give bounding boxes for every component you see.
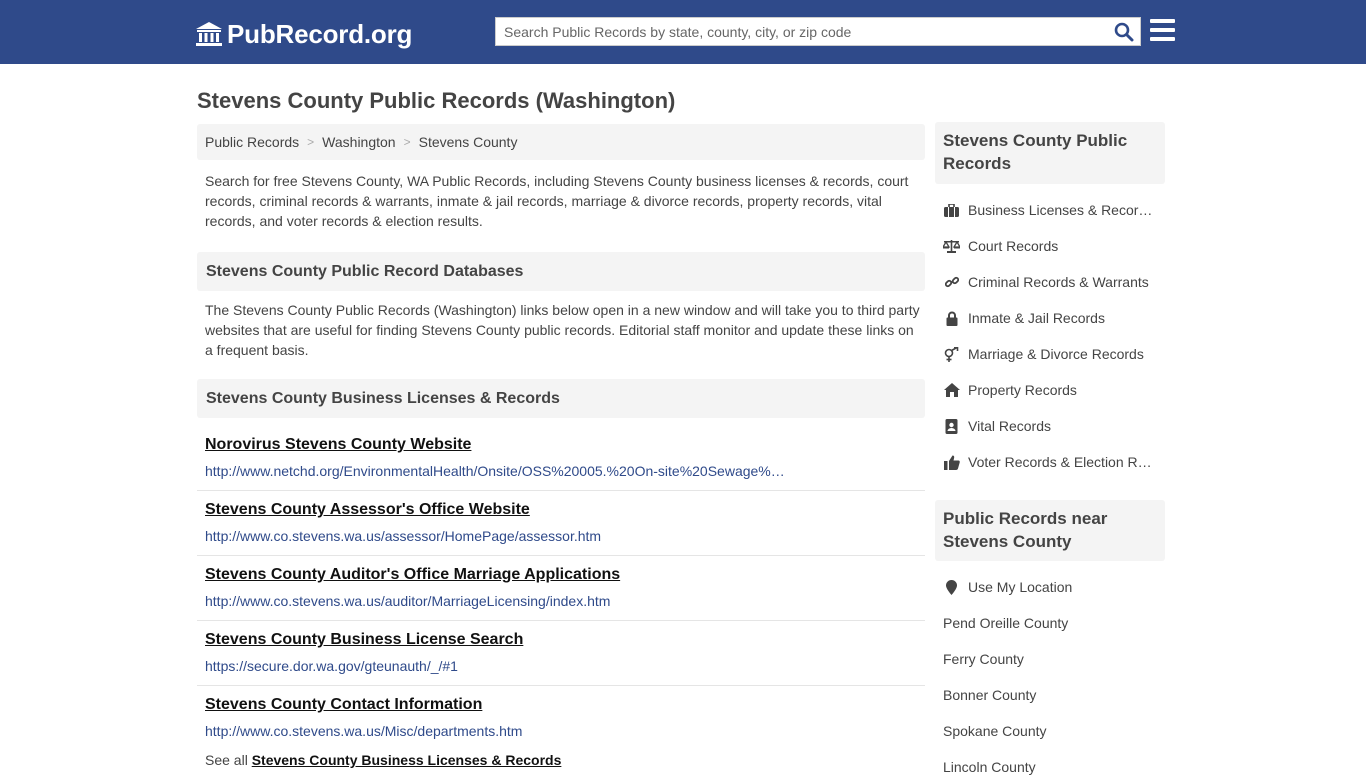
page-title: Stevens County Public Records (Washingto… [197,88,676,113]
see-all-prefix: See all [205,752,248,768]
record-item: Stevens County Assessor's Office Website… [197,491,925,556]
nearby-county-link[interactable]: Lincoln County [943,759,1036,775]
record-title-link[interactable]: Stevens County Contact Information [205,696,482,714]
record-title-link[interactable]: Stevens County Business License Search [205,631,523,649]
record-url: http://www.co.stevens.wa.us/auditor/Marr… [205,593,611,609]
sidebar-item-court-records[interactable]: Court Records [943,236,1165,256]
record-item: Stevens County Auditor's Office Marriage… [197,556,925,621]
sidebar-item-business-licenses[interactable]: Business Licenses & Records [943,200,1165,220]
sidebar-item-label: Voter Records & Election Results [968,454,1153,470]
record-url: https://secure.dor.wa.gov/gteunauth/_/#1 [205,658,458,674]
top-navigation-bar: PubRecord.org [0,0,1366,64]
see-all-link[interactable]: Stevens County Business Licenses & Recor… [252,752,562,768]
sidebar-item-label: Marriage & Divorce Records [968,346,1144,362]
see-all-line: See all Stevens County Business Licenses… [205,752,561,768]
map-marker-icon [943,579,960,595]
hamburger-menu-icon[interactable] [1150,19,1175,42]
lock-icon [943,310,960,326]
record-title-link[interactable]: Stevens County Auditor's Office Marriage… [205,566,620,584]
record-url: http://www.netchd.org/EnvironmentalHealt… [205,463,785,479]
sidebar-item-label: Vital Records [968,418,1052,434]
sidebar-nearby-heading: Public Records near Stevens County [935,500,1165,561]
record-item: Norovirus Stevens County Website http://… [197,426,925,491]
sidebar-item-label: Court Records [968,238,1059,254]
business-heading: Stevens County Business Licenses & Recor… [197,379,925,418]
breadcrumb: Public Records > Washington > Stevens Co… [197,124,925,160]
search-box [495,17,1141,46]
record-item: Stevens County Business License Search h… [197,621,925,686]
databases-intro-text: The Stevens County Public Records (Washi… [205,302,920,358]
courthouse-icon [196,22,222,46]
site-logo[interactable]: PubRecord.org [195,18,412,50]
sidebar-records-heading: Stevens County Public Records [935,122,1165,184]
breadcrumb-public-records[interactable]: Public Records [205,134,299,150]
sidebar-item-voter-records[interactable]: Voter Records & Election Results [943,452,1165,472]
sidebar-item-inmate-records[interactable]: Inmate & Jail Records [943,308,1165,328]
sidebar-item-criminal-records[interactable]: Criminal Records & Warrants [943,272,1165,292]
intro-text: Search for free Stevens County, WA Publi… [205,173,909,229]
record-url: http://www.co.stevens.wa.us/Misc/departm… [205,723,523,739]
sidebar-item-vital-records[interactable]: Vital Records [943,416,1165,436]
sidebar-item-label: Inmate & Jail Records [968,310,1105,326]
sidebar-item-label: Criminal Records & Warrants [968,274,1149,290]
nearby-county-link[interactable]: Ferry County [943,651,1024,667]
sidebar-item-property-records[interactable]: Property Records [943,380,1165,400]
sidebar-item-label: Property Records [968,382,1077,398]
use-my-location-label: Use My Location [968,579,1073,595]
logo-text: PubRecord.org [227,18,413,49]
id-card-icon [943,418,960,434]
briefcase-icon [943,202,960,218]
sidebar-item-marriage-divorce[interactable]: Marriage & Divorce Records [943,344,1165,364]
gender-icon [943,346,960,362]
record-title-link[interactable]: Stevens County Assessor's Office Website [205,501,530,519]
nearby-county-link[interactable]: Bonner County [943,687,1036,703]
search-icon[interactable] [1114,22,1134,42]
search-input[interactable] [496,18,1106,45]
breadcrumb-separator-icon: > [403,135,411,149]
nearby-county-link[interactable]: Spokane County [943,723,1047,739]
use-my-location-link[interactable]: Use My Location [943,577,1165,597]
nearby-county-link[interactable]: Pend Oreille County [943,615,1068,631]
record-title-link[interactable]: Norovirus Stevens County Website [205,436,471,454]
breadcrumb-stevens-county[interactable]: Stevens County [419,134,518,150]
record-item: Stevens County Contact Information http:… [197,686,925,751]
breadcrumb-separator-icon: > [307,135,315,149]
scale-icon [943,238,960,254]
home-icon [943,382,960,398]
sidebar-item-label: Business Licenses & Records [968,202,1153,218]
record-url: http://www.co.stevens.wa.us/assessor/Hom… [205,528,602,544]
breadcrumb-washington[interactable]: Washington [322,134,395,150]
link-icon [943,274,960,290]
databases-heading: Stevens County Public Record Databases [197,252,925,291]
thumbs-up-icon [943,454,960,470]
